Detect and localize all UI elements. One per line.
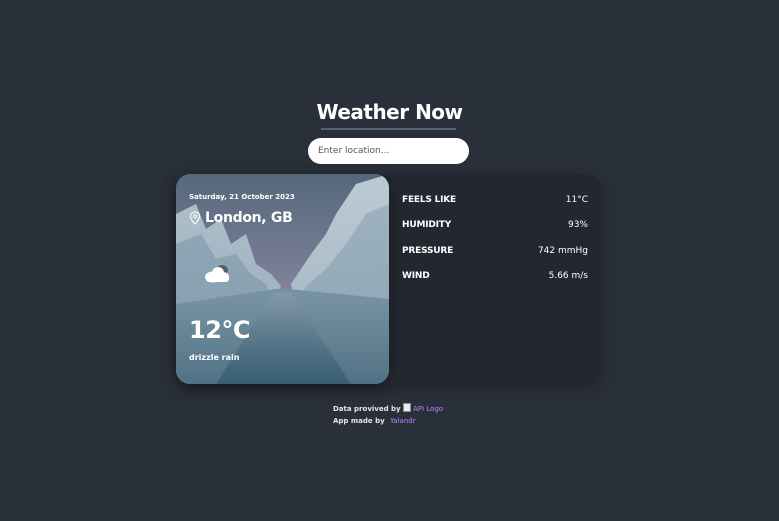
- stat-pressure: PRESSURE 742 mmHg: [402, 244, 588, 258]
- stat-humidity: HUMIDITY 93%: [402, 218, 588, 232]
- stat-value: 93%: [567, 220, 588, 230]
- api-logo-alt-text[interactable]: API Logo: [413, 405, 443, 413]
- current-weather-card: Saturday, 21 October 2023 London, GB 12°…: [176, 174, 389, 384]
- stat-label: FEELS LIKE: [402, 195, 456, 205]
- stat-wind: WIND 5.66 m/s: [402, 269, 588, 283]
- stat-value: 11°C: [565, 195, 588, 205]
- current-temperature: 12°C: [189, 316, 251, 344]
- data-provider-label: Data provived by: [333, 405, 401, 413]
- stat-value: 742 mmHg: [537, 246, 588, 256]
- location-search-input[interactable]: [308, 138, 469, 164]
- stat-value: 5.66 m/s: [548, 271, 588, 281]
- made-by-label: App made by: [333, 417, 385, 425]
- location-row: London, GB: [189, 210, 293, 226]
- author-link[interactable]: Yalandr: [390, 417, 416, 425]
- map-pin-icon: [189, 211, 201, 225]
- current-location: London, GB: [205, 210, 293, 226]
- current-date: Saturday, 21 October 2023: [189, 193, 295, 201]
- stat-label: HUMIDITY: [402, 220, 452, 230]
- api-logo-image[interactable]: [403, 403, 411, 412]
- stat-feels-like: FEELS LIKE 11°C: [402, 193, 588, 207]
- weather-description: drizzle rain: [189, 353, 240, 362]
- page-title: Weather Now: [316, 100, 463, 124]
- stat-label: PRESSURE: [402, 246, 454, 256]
- weather-app: Weather Now Enter location... Saturday, …: [0, 0, 779, 521]
- cloud-drizzle-icon: [205, 265, 229, 283]
- stat-label: WIND: [402, 271, 430, 281]
- title-underline: [321, 128, 456, 130]
